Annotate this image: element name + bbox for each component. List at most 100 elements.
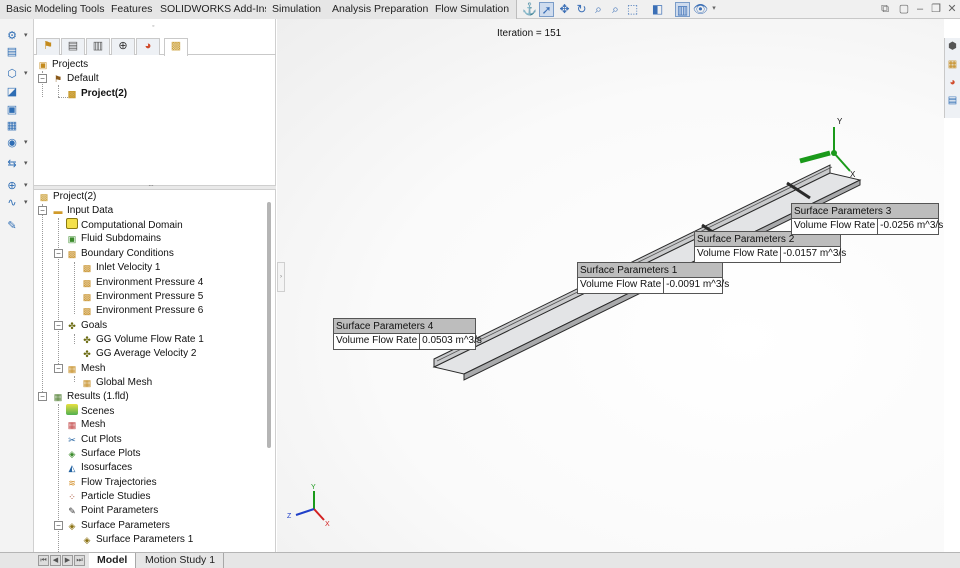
tree-item-environment-pressure-5[interactable]: ▩ Environment Pressure 5 — [81, 290, 204, 304]
collapse-icon[interactable]: − — [54, 249, 63, 258]
chevron-down-icon[interactable]: ▾ — [24, 31, 30, 39]
prev-tab-icon[interactable]: ◀ — [50, 555, 61, 566]
tab-flow-simulation[interactable]: Flow Simulation — [429, 0, 517, 19]
zoom-icon[interactable]: ⌕ — [591, 2, 606, 17]
first-tab-icon[interactable]: ⏮ — [38, 555, 49, 566]
tree-item-point-parameters[interactable]: ✎ Point Parameters — [66, 504, 158, 518]
tab-config-manager-icon[interactable]: ⊕ — [111, 38, 135, 55]
tree-item-environment-pressure-4[interactable]: ▩ Environment Pressure 4 — [81, 276, 204, 290]
tab-flow-analysis-icon[interactable]: ⚑ — [36, 38, 60, 55]
minimize-icon[interactable]: – — [914, 3, 926, 15]
collapse-icon[interactable]: − — [38, 74, 47, 83]
tab-analysis-preparation[interactable]: Analysis Preparation — [326, 0, 436, 19]
rotate-icon[interactable]: ↻ — [574, 2, 589, 17]
chevron-down-icon[interactable]: ▾ — [24, 181, 30, 189]
tree-item-results[interactable]: − ▦ Results (1.fld) — [38, 390, 129, 404]
graphics-area[interactable]: Iteration = 151 Y X Y X Z Surface Parame… — [277, 19, 944, 552]
tree-item-environment-pressure-6[interactable]: ▩ Environment Pressure 6 — [81, 304, 204, 318]
reference-triad[interactable]: Y X Z — [287, 484, 330, 528]
tab-property-manager-icon[interactable]: ▥ — [86, 38, 110, 55]
tree-item-scenes[interactable]: Scenes — [66, 404, 114, 418]
design-library-icon[interactable]: ▦ — [946, 58, 959, 72]
pan-icon[interactable]: ✥ — [557, 2, 572, 17]
component-control-icon[interactable]: ⬡ — [5, 67, 19, 81]
chevron-down-icon[interactable]: ▾ — [24, 69, 30, 77]
callout-surface-parameters-4[interactable]: Surface Parameters 4 Volume Flow Rate 0.0… — [333, 318, 482, 350]
collapse-icon[interactable]: − — [38, 392, 47, 401]
tree-item-flow-trajectories[interactable]: ≋ Flow Trajectories — [66, 476, 156, 490]
results-icon[interactable]: ◉ — [5, 136, 19, 150]
tab-feature-manager-icon[interactable]: ▤ — [61, 38, 85, 55]
tree-item-surface-parameters[interactable]: − ◈ Surface Parameters — [54, 519, 170, 533]
tree-item-results-mesh[interactable]: ▦ Mesh — [66, 418, 106, 432]
tab-basic-modeling-tools[interactable]: Basic Modeling Tools — [0, 0, 112, 19]
tree-item-gg-average-velocity[interactable]: ✤ GG Average Velocity 2 — [81, 347, 196, 361]
maximize-icon[interactable]: ❐ — [930, 3, 942, 15]
tab-display-manager-icon[interactable]: ◕ — [136, 38, 160, 55]
chevron-down-icon[interactable]: ▾ — [24, 138, 30, 146]
flow-trajectory-icon[interactable]: ∿ — [5, 196, 19, 210]
chevron-down-icon[interactable]: ▾ — [708, 3, 720, 15]
tree-item-particle-studies[interactable]: ⁘ Particle Studies — [66, 490, 150, 504]
display-style-icon[interactable]: ◧ — [650, 2, 665, 17]
tree-item-project-2[interactable]: ▩ Project(2) — [66, 87, 127, 101]
collapse-icon[interactable]: − — [54, 321, 63, 330]
pin-icon[interactable]: ◦ — [152, 23, 154, 30]
tab-solidworks-add-ins[interactable]: SOLIDWORKS Add-Ins — [154, 0, 277, 19]
tree-item-project[interactable]: ▩ Project(2) — [38, 190, 97, 204]
tab-motion-study-1[interactable]: Motion Study 1 — [137, 553, 225, 568]
chevron-down-icon[interactable]: ▾ — [24, 198, 30, 206]
zoom-to-area-icon[interactable]: ⌕ — [608, 2, 623, 17]
folder-icon: ▬ — [53, 206, 63, 216]
callout-surface-parameters-3[interactable]: Surface Parameters 3 Volume Flow Rate -0.… — [791, 203, 943, 235]
tree-item-cut-plots[interactable]: ✂ Cut Plots — [66, 433, 121, 447]
probe-icon[interactable]: ⊕ — [5, 179, 19, 193]
tree-item-mesh[interactable]: − ▦ Mesh — [54, 362, 105, 376]
tree-scrollbar[interactable] — [267, 202, 271, 448]
measure-icon[interactable]: ✎ — [5, 219, 19, 233]
chevron-down-icon[interactable]: ▾ — [24, 159, 30, 167]
close-icon[interactable]: ✕ — [946, 3, 958, 15]
wizard-icon[interactable]: ⚙ — [5, 29, 19, 43]
tab-model[interactable]: Model — [89, 553, 137, 568]
tree-item-inlet-velocity[interactable]: ▩ Inlet Velocity 1 — [81, 261, 161, 275]
anchor-icon[interactable]: ⚓ — [522, 2, 537, 17]
collapse-icon[interactable]: − — [38, 206, 47, 215]
boundary-condition-icon[interactable]: ◪ — [5, 85, 19, 99]
view-orientation-icon[interactable]: ⬚ — [625, 2, 640, 17]
tree-item-computational-domain[interactable]: Computational Domain — [66, 218, 183, 232]
tree-item-goals[interactable]: − ✤ Goals — [54, 319, 107, 333]
callout-surface-parameters-2[interactable]: Surface Parameters 2 Volume Flow Rate -0.… — [694, 231, 846, 263]
tree-item-default[interactable]: − ⚑ Default — [38, 72, 99, 86]
next-tab-icon[interactable]: ▶ — [62, 555, 73, 566]
select-arrow-icon[interactable]: ➚ — [539, 2, 554, 17]
tree-item-surface-parameters-1[interactable]: ◈ Surface Parameters 1 — [81, 533, 194, 547]
section-view-icon[interactable]: ▥ — [675, 2, 690, 17]
collapse-icon[interactable]: − — [54, 521, 63, 530]
tab-simulation[interactable]: Simulation — [266, 0, 329, 19]
tab-flow-simulation-icon[interactable]: ▩ — [164, 38, 188, 56]
last-tab-icon[interactable]: ⏭ — [74, 555, 85, 566]
tree-item-gg-volume-flow-rate[interactable]: ✤ GG Volume Flow Rate 1 — [81, 333, 204, 347]
goals-icon[interactable]: ▣ — [5, 103, 19, 117]
tree-item-projects[interactable]: ▣ Projects — [37, 58, 88, 72]
collapse-icon[interactable]: − — [54, 364, 63, 373]
tree-item-boundary-conditions[interactable]: − ▩ Boundary Conditions — [54, 247, 174, 261]
tree-item-fluid-subdomains[interactable]: ▣ Fluid Subdomains — [66, 232, 161, 246]
callout-surface-parameters-1[interactable]: Surface Parameters 1 Volume Flow Rate -0.… — [577, 262, 729, 294]
custom-properties-icon[interactable]: ▤ — [946, 94, 959, 108]
tree-item-isosurfaces[interactable]: ◭ Isosurfaces — [66, 461, 133, 475]
compare-icon[interactable]: ⇆ — [5, 157, 19, 171]
tab-features[interactable]: Features — [105, 0, 160, 19]
panel-collapse-handle[interactable]: › — [277, 262, 285, 292]
general-settings-icon[interactable]: ▤ — [5, 45, 19, 59]
tree-item-input-data[interactable]: − ▬ Input Data — [38, 204, 113, 218]
tree-item-surface-plots[interactable]: ◈ Surface Plots — [66, 447, 141, 461]
document-icon[interactable]: ▢ — [898, 3, 910, 15]
restore-pane-icon[interactable]: ⧉ — [879, 3, 891, 15]
tree-item-global-mesh[interactable]: ▦ Global Mesh — [81, 376, 152, 390]
resources-icon[interactable]: ⬢ — [946, 40, 959, 54]
appearances-icon[interactable]: ◕ — [946, 76, 959, 90]
run-icon[interactable]: ▦ — [5, 119, 19, 133]
hide-show-icon[interactable]: 👁 — [693, 2, 708, 17]
